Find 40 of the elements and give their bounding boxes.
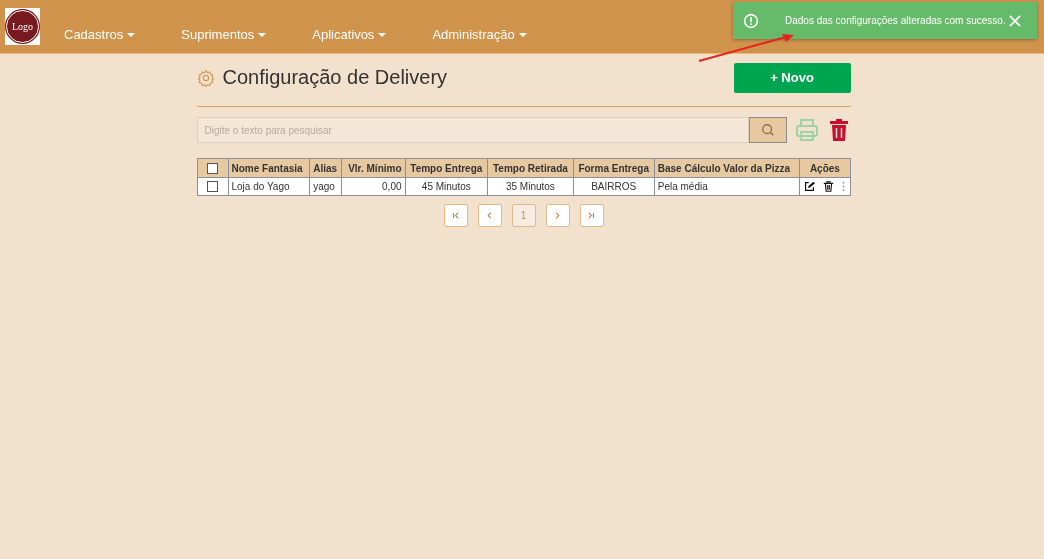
gear-icon [196,68,215,87]
checkbox[interactable] [207,181,218,193]
column-header: Tempo Entrega [405,158,488,178]
nav-menu[interactable]: Administração [432,27,515,42]
column-header: Tempo Retirada [487,158,574,178]
prev-page-button[interactable] [477,204,502,227]
last-page-button[interactable] [579,204,604,227]
checkbox[interactable] [207,162,218,174]
toast-message: Dados das configurações alteradas com sucesso. [785,15,1006,26]
first-page-icon [451,211,460,220]
trash-icon[interactable] [823,181,835,193]
column-header: Alias [309,158,342,178]
new-button[interactable]: + Novo [733,62,851,93]
search-button[interactable] [748,117,787,143]
caret-icon [127,32,136,37]
close-icon[interactable] [1009,14,1021,27]
column-header: Forma Entrega [573,158,655,178]
column-header: Base Cálculo Valor da Pizza [654,158,800,178]
next-page-button[interactable] [545,204,570,227]
search-icon [760,123,775,137]
column-header: Nome Fantasia [228,158,310,178]
printer-icon[interactable] [794,118,819,142]
nav-menu[interactable]: Suprimentos [181,27,255,42]
alert-icon [743,12,759,29]
caret-icon [258,32,267,37]
chevron-left-icon [485,211,494,220]
first-page-button[interactable] [443,204,468,227]
more-icon[interactable] [842,181,846,193]
page-title: Configuração de Delivery [222,66,448,89]
caret-icon [378,32,387,37]
last-page-icon [587,211,596,220]
column-header: Vlr. Mínimo [341,158,405,178]
column-header: Ações [799,158,850,178]
edit-icon[interactable] [804,181,816,193]
chevron-right-icon [553,211,562,220]
logo[interactable]: Logo [5,8,40,45]
caret-icon [518,32,527,37]
page-button[interactable]: 1 [511,204,536,227]
nav-menu[interactable]: Cadastros [64,27,124,42]
nav-menu[interactable]: Aplicativos [312,27,375,42]
